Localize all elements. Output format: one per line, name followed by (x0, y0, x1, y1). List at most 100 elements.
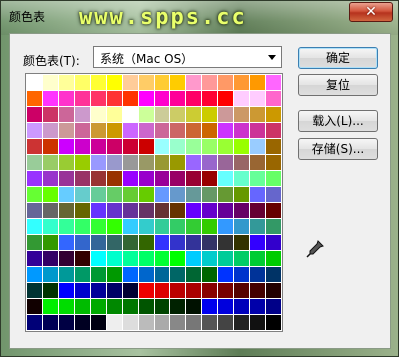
color-swatch-cell[interactable] (27, 219, 42, 234)
color-swatch-cell[interactable] (186, 139, 202, 154)
color-swatch-cell[interactable] (27, 235, 42, 250)
color-swatch-cell[interactable] (234, 123, 250, 138)
color-swatch-cell[interactable] (90, 139, 106, 154)
color-swatch-cell[interactable] (266, 155, 281, 170)
color-swatch-cell[interactable] (186, 187, 202, 202)
color-swatch-cell[interactable] (218, 75, 234, 90)
color-swatch-cell[interactable] (154, 171, 170, 186)
color-swatch-cell[interactable] (186, 107, 202, 122)
color-swatch-cell[interactable] (90, 315, 106, 330)
color-swatch-cell[interactable] (27, 315, 42, 330)
color-swatch-cell[interactable] (27, 283, 42, 298)
color-swatch-cell[interactable] (106, 315, 122, 330)
ok-button[interactable]: 确定 (298, 47, 378, 69)
color-swatch-cell[interactable] (90, 219, 106, 234)
color-swatch-cell[interactable] (138, 315, 154, 330)
color-swatch-cell[interactable] (122, 91, 138, 106)
color-swatch-cell[interactable] (122, 219, 138, 234)
color-swatch-cell[interactable] (234, 75, 250, 90)
color-swatch-cell[interactable] (266, 267, 281, 282)
color-swatch-cell[interactable] (122, 283, 138, 298)
color-swatch-cell[interactable] (250, 219, 266, 234)
color-swatch-cell[interactable] (266, 123, 281, 138)
color-swatch-cell[interactable] (90, 283, 106, 298)
color-swatch-cell[interactable] (170, 75, 186, 90)
title-bar[interactable]: 颜色表 www.spps.cc ✕ (1, 1, 398, 35)
color-swatch-cell[interactable] (58, 251, 74, 266)
color-swatch-cell[interactable] (170, 283, 186, 298)
reset-button[interactable]: 复位 (298, 74, 378, 96)
color-swatch-cell[interactable] (186, 235, 202, 250)
color-swatch-cell[interactable] (154, 299, 170, 314)
color-swatch-cell[interactable] (58, 107, 74, 122)
color-swatch-cell[interactable] (266, 171, 281, 186)
color-swatch-cell[interactable] (90, 203, 106, 218)
color-swatch-cell[interactable] (186, 91, 202, 106)
load-button[interactable]: 载入(L)... (298, 110, 378, 132)
color-swatch-cell[interactable] (122, 171, 138, 186)
color-swatch-cell[interactable] (58, 235, 74, 250)
color-swatch-cell[interactable] (27, 267, 42, 282)
color-swatch-cell[interactable] (218, 155, 234, 170)
color-swatch-cell[interactable] (27, 299, 42, 314)
color-swatch-cell[interactable] (154, 315, 170, 330)
color-swatch-cell[interactable] (170, 203, 186, 218)
color-swatch-cell[interactable] (42, 283, 58, 298)
color-swatch-cell[interactable] (234, 299, 250, 314)
color-swatch-cell[interactable] (202, 155, 218, 170)
color-swatch-cell[interactable] (74, 315, 90, 330)
color-swatch-cell[interactable] (42, 107, 58, 122)
color-swatch-cell[interactable] (58, 91, 74, 106)
color-swatch-cell[interactable] (106, 187, 122, 202)
color-swatch-cell[interactable] (250, 139, 266, 154)
color-swatch-cell[interactable] (74, 91, 90, 106)
color-swatch-cell[interactable] (154, 219, 170, 234)
color-swatch-cell[interactable] (218, 187, 234, 202)
color-swatch-cell[interactable] (234, 107, 250, 122)
color-swatch-cell[interactable] (218, 267, 234, 282)
save-button[interactable]: 存储(S)... (298, 138, 378, 160)
color-swatch-cell[interactable] (90, 123, 106, 138)
color-swatch-cell[interactable] (218, 251, 234, 266)
color-swatch-cell[interactable] (154, 75, 170, 90)
color-swatch-cell[interactable] (218, 283, 234, 298)
color-swatch-cell[interactable] (74, 187, 90, 202)
color-swatch-cell[interactable] (234, 283, 250, 298)
color-swatch-cell[interactable] (138, 251, 154, 266)
color-swatch-cell[interactable] (27, 107, 42, 122)
color-swatch-cell[interactable] (42, 75, 58, 90)
color-swatch-cell[interactable] (170, 139, 186, 154)
color-swatch-cell[interactable] (170, 91, 186, 106)
color-swatch-cell[interactable] (170, 267, 186, 282)
color-swatch-cell[interactable] (218, 203, 234, 218)
color-swatch-cell[interactable] (138, 267, 154, 282)
color-swatch-cell[interactable] (42, 139, 58, 154)
color-swatch-cell[interactable] (138, 203, 154, 218)
color-swatch-cell[interactable] (42, 171, 58, 186)
color-swatch-cell[interactable] (218, 299, 234, 314)
color-swatch-cell[interactable] (58, 155, 74, 170)
color-swatch-cell[interactable] (186, 203, 202, 218)
color-swatch-cell[interactable] (218, 171, 234, 186)
color-swatch-cell[interactable] (138, 91, 154, 106)
color-swatch-cell[interactable] (266, 91, 281, 106)
color-swatch-cell[interactable] (138, 139, 154, 154)
color-swatch-cell[interactable] (90, 171, 106, 186)
color-swatch-cell[interactable] (58, 283, 74, 298)
color-swatch-cell[interactable] (138, 107, 154, 122)
color-swatch-cell[interactable] (122, 107, 138, 122)
color-swatch-cell[interactable] (234, 171, 250, 186)
color-swatch-cell[interactable] (250, 91, 266, 106)
chevron-down-icon[interactable] (268, 55, 276, 60)
color-swatch-cell[interactable] (106, 107, 122, 122)
color-swatch-cell[interactable] (106, 219, 122, 234)
color-swatch-cell[interactable] (154, 283, 170, 298)
color-swatch-cell[interactable] (27, 171, 42, 186)
color-swatch-cell[interactable] (266, 299, 281, 314)
color-swatch-cell[interactable] (122, 123, 138, 138)
color-swatch-cell[interactable] (58, 123, 74, 138)
color-swatch-cell[interactable] (138, 155, 154, 170)
color-swatch-cell[interactable] (186, 219, 202, 234)
color-swatch-cell[interactable] (58, 75, 74, 90)
color-swatch-cell[interactable] (266, 203, 281, 218)
